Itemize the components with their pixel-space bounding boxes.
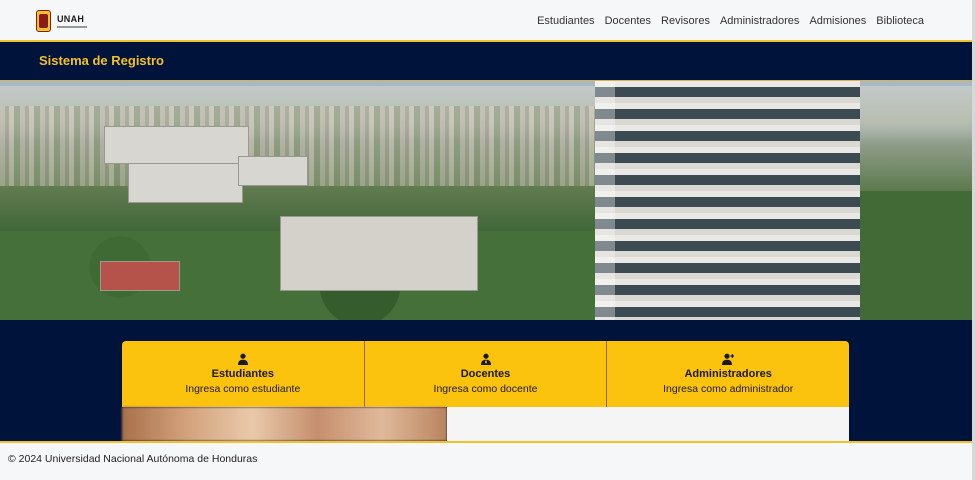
title-bar: Sistema de Registro xyxy=(0,42,975,80)
card-description: Ingresa como administrador xyxy=(663,383,794,395)
logo-text: UNAH xyxy=(57,14,85,24)
library-image xyxy=(122,407,447,441)
content-panel xyxy=(447,407,849,441)
card-description: Ingresa como docente xyxy=(433,383,538,395)
unah-logo[interactable]: UNAH xyxy=(36,9,88,33)
card-description: Ingresa como estudiante xyxy=(185,383,301,395)
top-navbar: UNAH Estudiantes Docentes Revisores Admi… xyxy=(0,0,975,42)
nav-link-docentes[interactable]: Docentes xyxy=(605,15,651,27)
nav-link-administradores[interactable]: Administradores xyxy=(720,15,799,27)
teacher-icon xyxy=(480,353,491,365)
user-plus-icon xyxy=(722,353,735,365)
page-title: Sistema de Registro xyxy=(39,53,164,68)
page-footer: © 2024 Universidad Nacional Autónoma de … xyxy=(0,441,972,480)
card-estudiantes[interactable]: Estudiantes Ingresa como estudiante xyxy=(122,341,365,407)
nav-link-biblioteca[interactable]: Biblioteca xyxy=(876,15,924,27)
main-nav: Estudiantes Docentes Revisores Administr… xyxy=(527,0,924,42)
user-icon xyxy=(237,353,248,365)
nav-link-revisores[interactable]: Revisores xyxy=(661,15,710,27)
card-title: Docentes xyxy=(460,368,511,380)
card-title: Estudiantes xyxy=(211,368,275,380)
copyright-text: © 2024 Universidad Nacional Autónoma de … xyxy=(8,453,258,465)
hero-campus-image xyxy=(0,80,975,320)
nav-link-admisiones[interactable]: Admisiones xyxy=(809,15,866,27)
card-docentes[interactable]: Docentes Ingresa como docente xyxy=(365,341,608,407)
nav-link-estudiantes[interactable]: Estudiantes xyxy=(537,15,594,27)
card-title: Administradores xyxy=(684,368,772,380)
university-seal-icon xyxy=(36,10,51,32)
login-cards: Estudiantes Ingresa como estudiante Doce… xyxy=(122,341,849,407)
card-administradores[interactable]: Administradores Ingresa como administrad… xyxy=(607,341,849,407)
